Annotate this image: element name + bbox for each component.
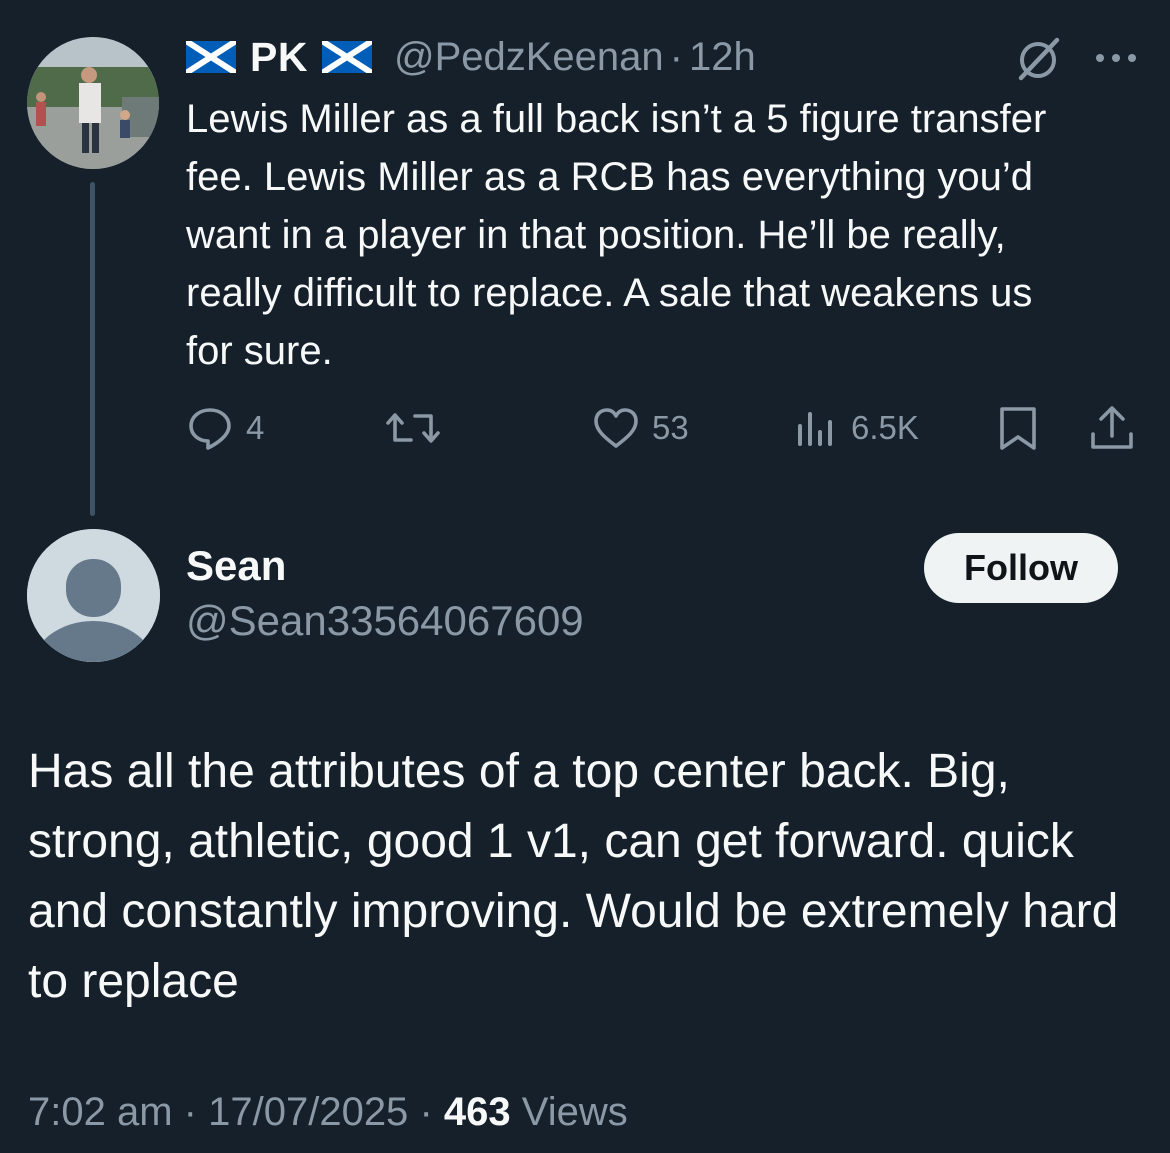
bookmark-icon — [996, 404, 1040, 452]
separator-dot: · — [183, 1090, 197, 1134]
repost-action[interactable] — [385, 400, 453, 456]
separator-dot: · — [419, 1090, 433, 1134]
reply-tweet-text: Has all the attributes of a top center b… — [28, 745, 1119, 1008]
views-count: 6.5K — [851, 409, 919, 446]
reply-views-label: Views — [521, 1090, 628, 1134]
tweet-meta: 7:02 am · 17/07/2025 · 463 Views — [28, 1090, 628, 1135]
views-icon — [795, 404, 839, 452]
share-action[interactable] — [1088, 400, 1136, 456]
scotland-flag-icon — [320, 38, 374, 76]
reply-count: 4 — [246, 409, 265, 446]
like-action[interactable]: 53 — [592, 400, 689, 456]
reply-time[interactable]: 7:02 am — [28, 1090, 173, 1134]
scotland-flag-icon — [184, 38, 238, 76]
repost-icon — [385, 404, 441, 452]
more-icon[interactable] — [1092, 48, 1140, 68]
separator-dot: · — [669, 34, 683, 79]
like-count: 53 — [652, 409, 689, 446]
parent-avatar[interactable] — [27, 37, 159, 169]
reply-views-count: 463 — [443, 1090, 511, 1134]
reply-handle[interactable]: @Sean33564067609 — [186, 597, 584, 645]
grok-icon[interactable] — [1013, 34, 1063, 84]
views-action[interactable]: 6.5K — [795, 400, 919, 456]
parent-header: PK @PedzKeenan · 12h — [184, 28, 756, 86]
reply-action[interactable]: 4 — [186, 400, 264, 456]
like-icon — [592, 404, 640, 452]
share-icon — [1088, 404, 1136, 452]
parent-display-name[interactable]: PK — [250, 34, 308, 81]
parent-handle[interactable]: @PedzKeenan — [394, 35, 664, 80]
thread-line — [90, 182, 95, 516]
reply-avatar[interactable] — [27, 529, 160, 662]
parent-tweet-text: Lewis Miller as a full back isn’t a 5 fi… — [186, 97, 1047, 373]
reply-date[interactable]: 17/07/2025 — [208, 1090, 408, 1134]
reply-display-name[interactable]: Sean — [186, 542, 286, 590]
bookmark-action[interactable] — [996, 400, 1040, 456]
parent-timestamp[interactable]: 12h — [689, 35, 756, 80]
follow-button[interactable]: Follow — [924, 533, 1118, 603]
reply-icon — [186, 404, 234, 452]
